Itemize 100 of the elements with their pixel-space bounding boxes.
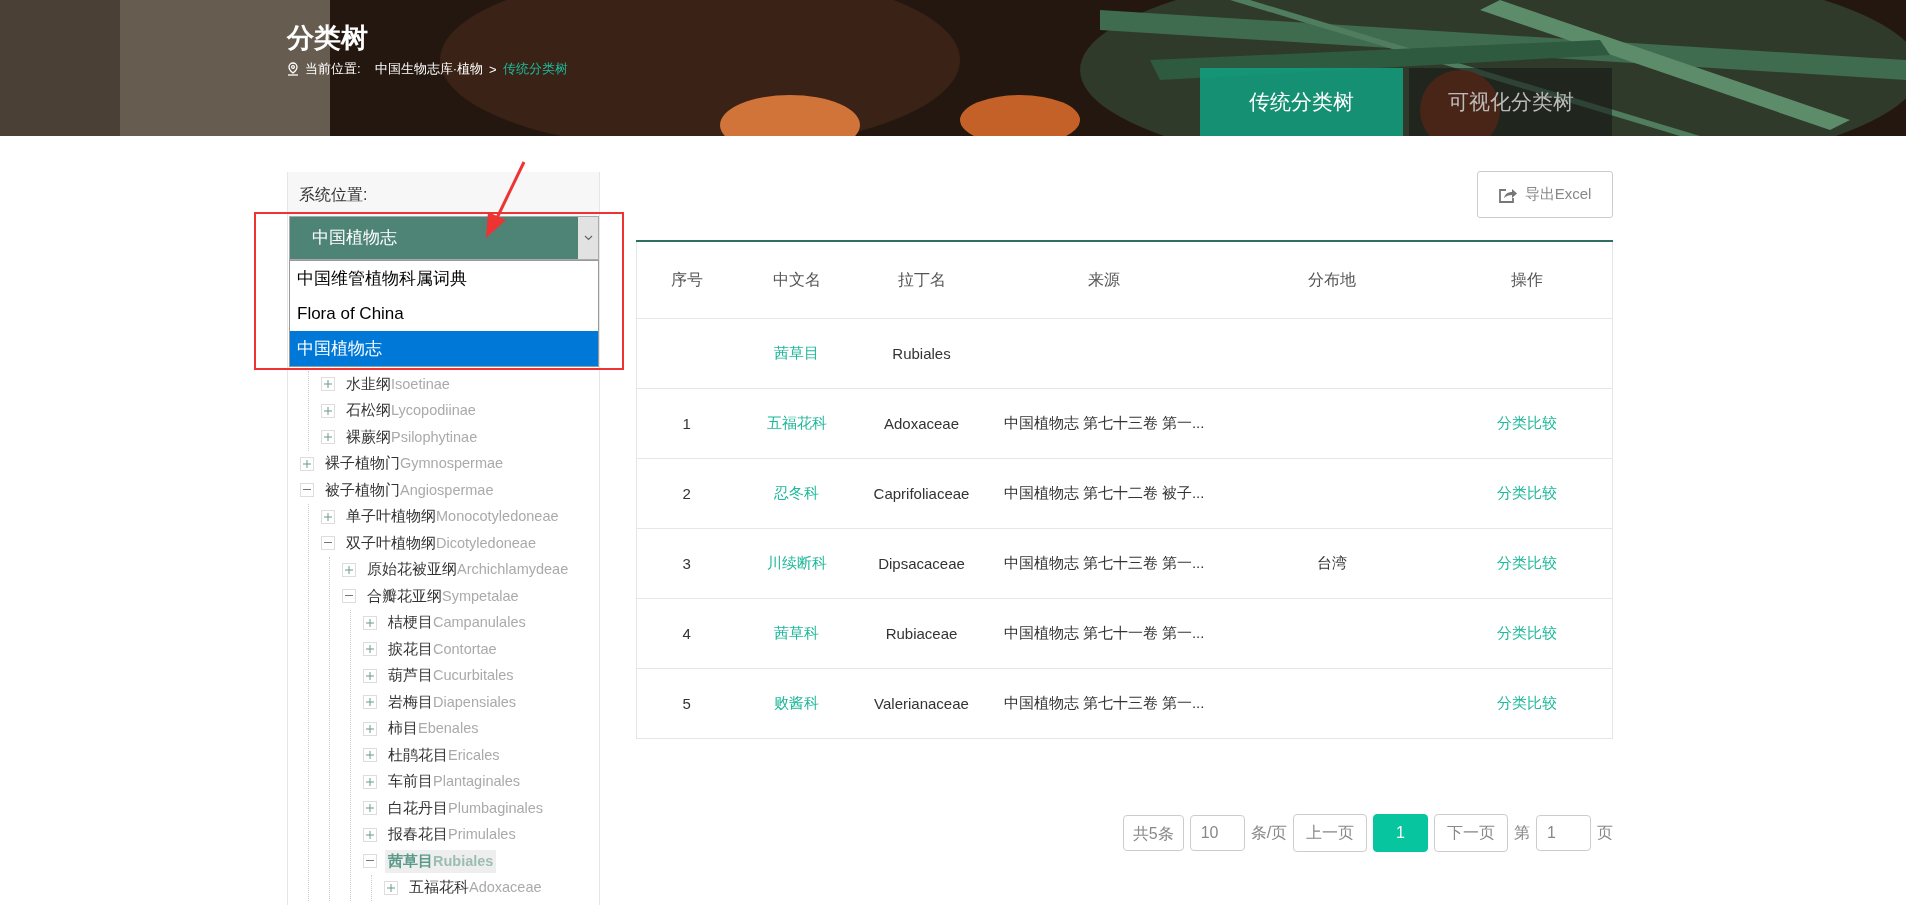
collapse-toggle[interactable] xyxy=(342,589,356,604)
tree-item[interactable]: 报春花目 Primulales xyxy=(385,823,519,847)
system-select[interactable]: 中国植物志 xyxy=(289,216,599,260)
expand-toggle[interactable] xyxy=(321,403,335,418)
tree-item[interactable]: 原始花被亚纲Archichlamydeae xyxy=(364,558,572,582)
expand-toggle[interactable] xyxy=(363,827,377,842)
expand-toggle[interactable] xyxy=(363,642,377,657)
expand-toggle[interactable] xyxy=(321,377,335,392)
system-position-label: 系统位置: xyxy=(288,172,599,216)
per-page-label: 条/页 xyxy=(1250,822,1288,843)
plus-icon xyxy=(387,883,395,892)
plus-icon xyxy=(345,565,353,574)
tree-item[interactable]: 水韭纲Isoetinae xyxy=(343,372,453,396)
breadcrumb-label: 当前位置: xyxy=(305,60,361,78)
table-cell: 中国植物志 第七十三卷 第一... xyxy=(1003,414,1205,431)
export-excel-button[interactable]: 导出Excel xyxy=(1477,171,1613,218)
expand-toggle[interactable] xyxy=(321,509,335,524)
column-header: 拉丁名 xyxy=(856,241,987,319)
tree-item[interactable]: 捩花目 Contortae xyxy=(385,637,500,661)
tree-item[interactable]: 白花丹目 Plumbaginales xyxy=(385,796,547,820)
table-cell: 中国植物志 第七十三卷 第一... xyxy=(1003,694,1205,711)
tree-item[interactable]: 双子叶植物纲Dicotyledoneae xyxy=(343,531,539,555)
tree-item[interactable]: 杜鹃花目 Ericales xyxy=(385,743,503,767)
expand-toggle[interactable] xyxy=(363,615,377,630)
view-tab[interactable]: 传统分类树 xyxy=(1200,68,1403,136)
tree-item[interactable]: 裸子植物门Gymnospermae xyxy=(322,452,507,476)
tree-item[interactable]: 岩梅目 Diapensiales xyxy=(385,690,520,714)
expand-toggle[interactable] xyxy=(363,721,377,736)
column-header: 序号 xyxy=(636,241,737,319)
expand-toggle[interactable] xyxy=(363,695,377,710)
tree-item[interactable]: 柿目 Ebenales xyxy=(385,717,482,741)
plus-icon xyxy=(366,671,374,680)
tree-item[interactable]: 单子叶植物纲Monocotyledoneae xyxy=(343,505,562,529)
goto-prefix: 第 xyxy=(1514,822,1530,843)
table-cell: 中国植物志 第七十二卷 被子... xyxy=(1003,484,1205,501)
table-cell: 1 xyxy=(682,415,691,432)
table-cell: 中国植物志 第七十一卷 第一... xyxy=(1003,624,1205,641)
table-cell: 中国植物志 第七十三卷 第一... xyxy=(1003,554,1205,571)
tree-item[interactable]: 石松纲Lycopodiinae xyxy=(343,399,479,423)
location-pin-icon xyxy=(287,62,299,76)
tree-item[interactable]: 车前目 Plantaginales xyxy=(385,770,524,794)
minus-icon xyxy=(345,595,353,598)
table-cell: Caprifoliaceae xyxy=(873,485,970,502)
expand-toggle[interactable] xyxy=(363,774,377,789)
tree-item[interactable]: 五福花科Adoxaceae xyxy=(406,876,545,900)
table-cell: 4 xyxy=(682,625,691,642)
plus-icon xyxy=(324,433,332,442)
page-size-field[interactable]: 10 xyxy=(1189,815,1245,851)
expand-toggle[interactable] xyxy=(363,668,377,683)
expand-toggle[interactable] xyxy=(342,562,356,577)
plus-icon xyxy=(366,618,374,627)
dropdown-option[interactable]: 中国植物志 xyxy=(290,331,598,366)
chevron-down-icon xyxy=(583,235,593,241)
collapse-toggle[interactable] xyxy=(363,854,377,869)
next-page-button[interactable]: 下一页 xyxy=(1434,814,1508,852)
minus-icon xyxy=(303,489,311,492)
collapse-toggle[interactable] xyxy=(300,483,314,498)
plus-icon xyxy=(366,830,374,839)
table-cell: Adoxaceae xyxy=(883,415,960,432)
plus-icon xyxy=(324,380,332,389)
plus-icon xyxy=(324,512,332,521)
plus-icon xyxy=(366,645,374,654)
table-cell: 台湾 xyxy=(1316,554,1347,571)
tree-item[interactable]: 葫芦目 Cucurbitales xyxy=(385,664,517,688)
table-cell: 3 xyxy=(682,555,691,572)
table-cell: 2 xyxy=(682,485,691,502)
column-header: 来源 xyxy=(986,241,1222,319)
minus-icon xyxy=(366,860,374,863)
collapse-toggle[interactable] xyxy=(321,536,335,551)
column-header: 分布地 xyxy=(1221,241,1442,319)
goto-suffix: 页 xyxy=(1597,822,1613,843)
plus-icon xyxy=(366,804,374,813)
breadcrumb-link[interactable]: 中国生物志库·植物 xyxy=(374,60,483,78)
view-tab[interactable]: 可视化分类树 xyxy=(1409,68,1612,136)
tree-item[interactable]: 裸蕨纲Psilophytinae xyxy=(343,425,481,449)
table-cell: 5 xyxy=(682,695,691,712)
total-count: 共5条 xyxy=(1122,815,1184,851)
tree-item[interactable]: 被子植物门Angiospermae xyxy=(322,478,497,502)
expand-toggle[interactable] xyxy=(363,748,377,763)
tree-item[interactable]: 合瓣花亚纲Sympetalae xyxy=(364,584,522,608)
plus-icon xyxy=(324,406,332,415)
breadcrumb-current: 传统分类树 xyxy=(502,60,568,78)
table-cell: Rubiales xyxy=(892,345,951,362)
plus-icon xyxy=(366,724,374,733)
expand-toggle[interactable] xyxy=(363,801,377,816)
column-header: 操作 xyxy=(1441,241,1613,319)
column-header: 中文名 xyxy=(736,241,857,319)
expand-toggle[interactable] xyxy=(321,430,335,445)
plus-icon xyxy=(303,459,311,468)
tree-item[interactable]: 桔梗目 Campanulales xyxy=(385,611,529,635)
plus-icon xyxy=(366,751,374,760)
prev-page-button[interactable]: 上一页 xyxy=(1293,814,1368,852)
expand-toggle[interactable] xyxy=(384,880,398,895)
expand-toggle[interactable] xyxy=(300,456,314,471)
minus-icon xyxy=(324,542,332,545)
breadcrumb-separator: > xyxy=(488,61,497,77)
table-cell: Valerianaceae xyxy=(874,695,969,712)
table-cell: Rubiaceae xyxy=(885,625,958,642)
plus-icon xyxy=(366,698,374,707)
goto-page-field[interactable]: 1 xyxy=(1536,815,1591,851)
